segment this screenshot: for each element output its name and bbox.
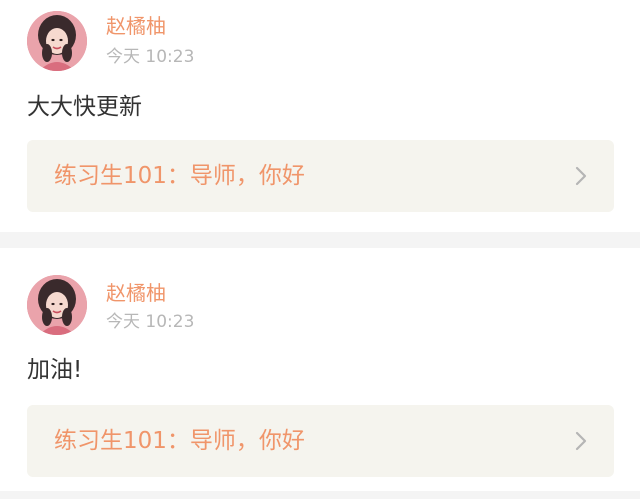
avatar[interactable] bbox=[27, 11, 87, 71]
username[interactable]: 赵橘柚 bbox=[106, 14, 166, 38]
article-link[interactable]: 练习生101：导师，你好 bbox=[27, 140, 614, 212]
chevron-right-icon bbox=[575, 431, 587, 451]
comment-card: 赵橘柚 今天 10:23 加油! 练习生101：导师，你好 bbox=[0, 248, 640, 491]
article-link[interactable]: 练习生101：导师，你好 bbox=[27, 405, 614, 477]
article-link-title: 练习生101：导师，你好 bbox=[54, 428, 305, 454]
avatar-image bbox=[27, 275, 87, 335]
comment-card: 赵橘柚 今天 10:23 大大快更新 练习生101：导师，你好 bbox=[0, 0, 640, 232]
timestamp: 今天 10:23 bbox=[106, 312, 195, 332]
comment-text: 大大快更新 bbox=[27, 94, 142, 120]
article-link-title: 练习生101：导师，你好 bbox=[54, 163, 305, 189]
comment-text: 加油! bbox=[27, 357, 83, 383]
username[interactable]: 赵橘柚 bbox=[106, 281, 166, 305]
chevron-right-icon bbox=[575, 166, 587, 186]
timestamp: 今天 10:23 bbox=[106, 47, 195, 67]
avatar[interactable] bbox=[27, 275, 87, 335]
avatar-image bbox=[27, 11, 87, 71]
comment-feed: 赵橘柚 今天 10:23 大大快更新 练习生101：导师，你好 赵橘柚 今天 1… bbox=[0, 0, 640, 499]
